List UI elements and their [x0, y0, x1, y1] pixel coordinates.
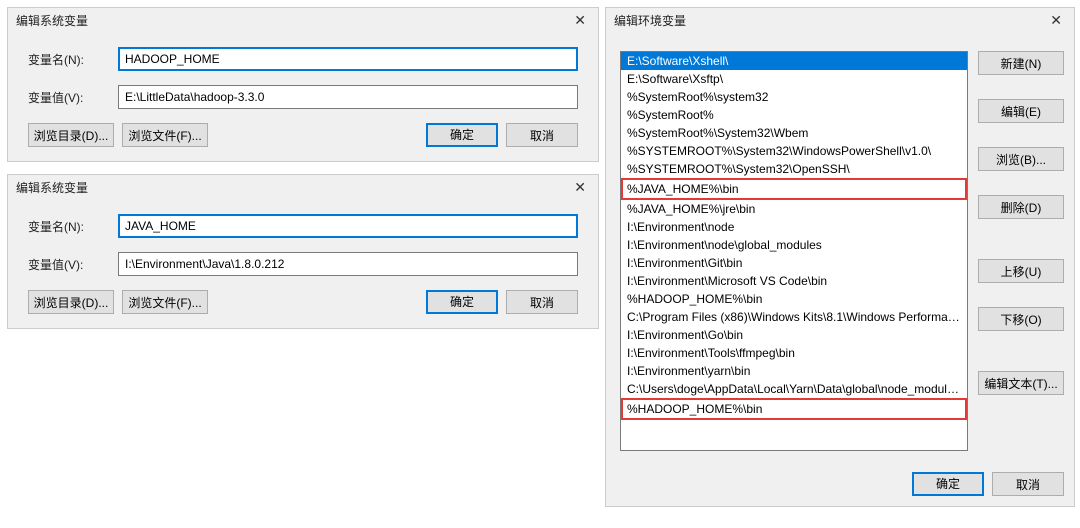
list-item[interactable]: %SYSTEMROOT%\System32\OpenSSH\	[621, 160, 967, 178]
list-item[interactable]: %SystemRoot%	[621, 106, 967, 124]
list-item[interactable]: E:\Software\Xsftp\	[621, 70, 967, 88]
var-name-input[interactable]	[118, 214, 578, 238]
ok-button[interactable]: 确定	[426, 290, 498, 314]
var-name-label: 变量名(N):	[28, 51, 118, 68]
browse-file-button[interactable]: 浏览文件(F)...	[122, 123, 208, 147]
dialog-body: 变量名(N): 变量值(V): 浏览目录(D)... 浏览文件(F)... 确定…	[8, 39, 598, 161]
list-item[interactable]: %HADOOP_HOME%\bin	[621, 290, 967, 308]
dialog-body: 变量名(N): 变量值(V): 浏览目录(D)... 浏览文件(F)... 确定…	[8, 206, 598, 328]
ok-button[interactable]: 确定	[426, 123, 498, 147]
cancel-button[interactable]: 取消	[992, 472, 1064, 496]
bottom-buttons: 确定 取消	[606, 464, 1074, 506]
dialog-body: E:\Software\Xshell\E:\Software\Xsftp\%Sy…	[606, 39, 1074, 464]
list-item[interactable]: %JAVA_HOME%\bin	[621, 178, 967, 200]
list-item[interactable]: %SYSTEMROOT%\System32\WindowsPowerShell\…	[621, 142, 967, 160]
list-item[interactable]: I:\Environment\Git\bin	[621, 254, 967, 272]
edit-system-var-dialog-2: 编辑系统变量 ✕ 变量名(N): 变量值(V): 浏览目录(D)... 浏览文件…	[7, 174, 599, 329]
dialog-header: 编辑系统变量 ✕	[8, 8, 598, 39]
var-value-input[interactable]	[118, 252, 578, 276]
edit-text-button[interactable]: 编辑文本(T)...	[978, 371, 1064, 395]
var-value-label: 变量值(V):	[28, 89, 118, 106]
var-value-input[interactable]	[118, 85, 578, 109]
browse-file-button[interactable]: 浏览文件(F)...	[122, 290, 208, 314]
close-icon[interactable]: ✕	[570, 179, 590, 196]
dialog-header: 编辑环境变量 ✕	[606, 8, 1074, 39]
cancel-button[interactable]: 取消	[506, 123, 578, 147]
dialog-title: 编辑系统变量	[16, 179, 88, 196]
close-icon[interactable]: ✕	[570, 12, 590, 29]
new-button[interactable]: 新建(N)	[978, 51, 1064, 75]
edit-env-var-dialog: 编辑环境变量 ✕ E:\Software\Xshell\E:\Software\…	[605, 7, 1075, 507]
list-item[interactable]: %HADOOP_HOME%\bin	[621, 398, 967, 420]
var-value-label: 变量值(V):	[28, 256, 118, 273]
list-item[interactable]: %SystemRoot%\System32\Wbem	[621, 124, 967, 142]
list-item[interactable]: I:\Environment\node\global_modules	[621, 236, 967, 254]
close-icon[interactable]: ✕	[1046, 12, 1066, 29]
dialog-title: 编辑系统变量	[16, 12, 88, 29]
cancel-button[interactable]: 取消	[506, 290, 578, 314]
var-name-input[interactable]	[118, 47, 578, 71]
edit-system-var-dialog-1: 编辑系统变量 ✕ 变量名(N): 变量值(V): 浏览目录(D)... 浏览文件…	[7, 7, 599, 162]
var-name-label: 变量名(N):	[28, 218, 118, 235]
ok-button[interactable]: 确定	[912, 472, 984, 496]
list-item[interactable]: %JAVA_HOME%\jre\bin	[621, 200, 967, 218]
list-item[interactable]: I:\Environment\Tools\ffmpeg\bin	[621, 344, 967, 362]
edit-button[interactable]: 编辑(E)	[978, 99, 1064, 123]
browse-button[interactable]: 浏览(B)...	[978, 147, 1064, 171]
browse-dir-button[interactable]: 浏览目录(D)...	[28, 123, 114, 147]
side-buttons: 新建(N) 编辑(E) 浏览(B)... 删除(D) 上移(U) 下移(O) 编…	[978, 51, 1064, 452]
list-item[interactable]: I:\Environment\Microsoft VS Code\bin	[621, 272, 967, 290]
move-down-button[interactable]: 下移(O)	[978, 307, 1064, 331]
list-item[interactable]: I:\Environment\node	[621, 218, 967, 236]
list-item[interactable]: C:\Users\doge\AppData\Local\Yarn\Data\gl…	[621, 380, 967, 398]
dialog-title: 编辑环境变量	[614, 12, 686, 29]
list-item[interactable]: I:\Environment\Go\bin	[621, 326, 967, 344]
delete-button[interactable]: 删除(D)	[978, 195, 1064, 219]
dialog-header: 编辑系统变量 ✕	[8, 175, 598, 206]
browse-dir-button[interactable]: 浏览目录(D)...	[28, 290, 114, 314]
path-listbox[interactable]: E:\Software\Xshell\E:\Software\Xsftp\%Sy…	[620, 51, 968, 451]
list-item[interactable]: E:\Software\Xshell\	[621, 52, 967, 70]
move-up-button[interactable]: 上移(U)	[978, 259, 1064, 283]
list-item[interactable]: %SystemRoot%\system32	[621, 88, 967, 106]
list-item[interactable]: I:\Environment\yarn\bin	[621, 362, 967, 380]
list-item[interactable]: C:\Program Files (x86)\Windows Kits\8.1\…	[621, 308, 967, 326]
